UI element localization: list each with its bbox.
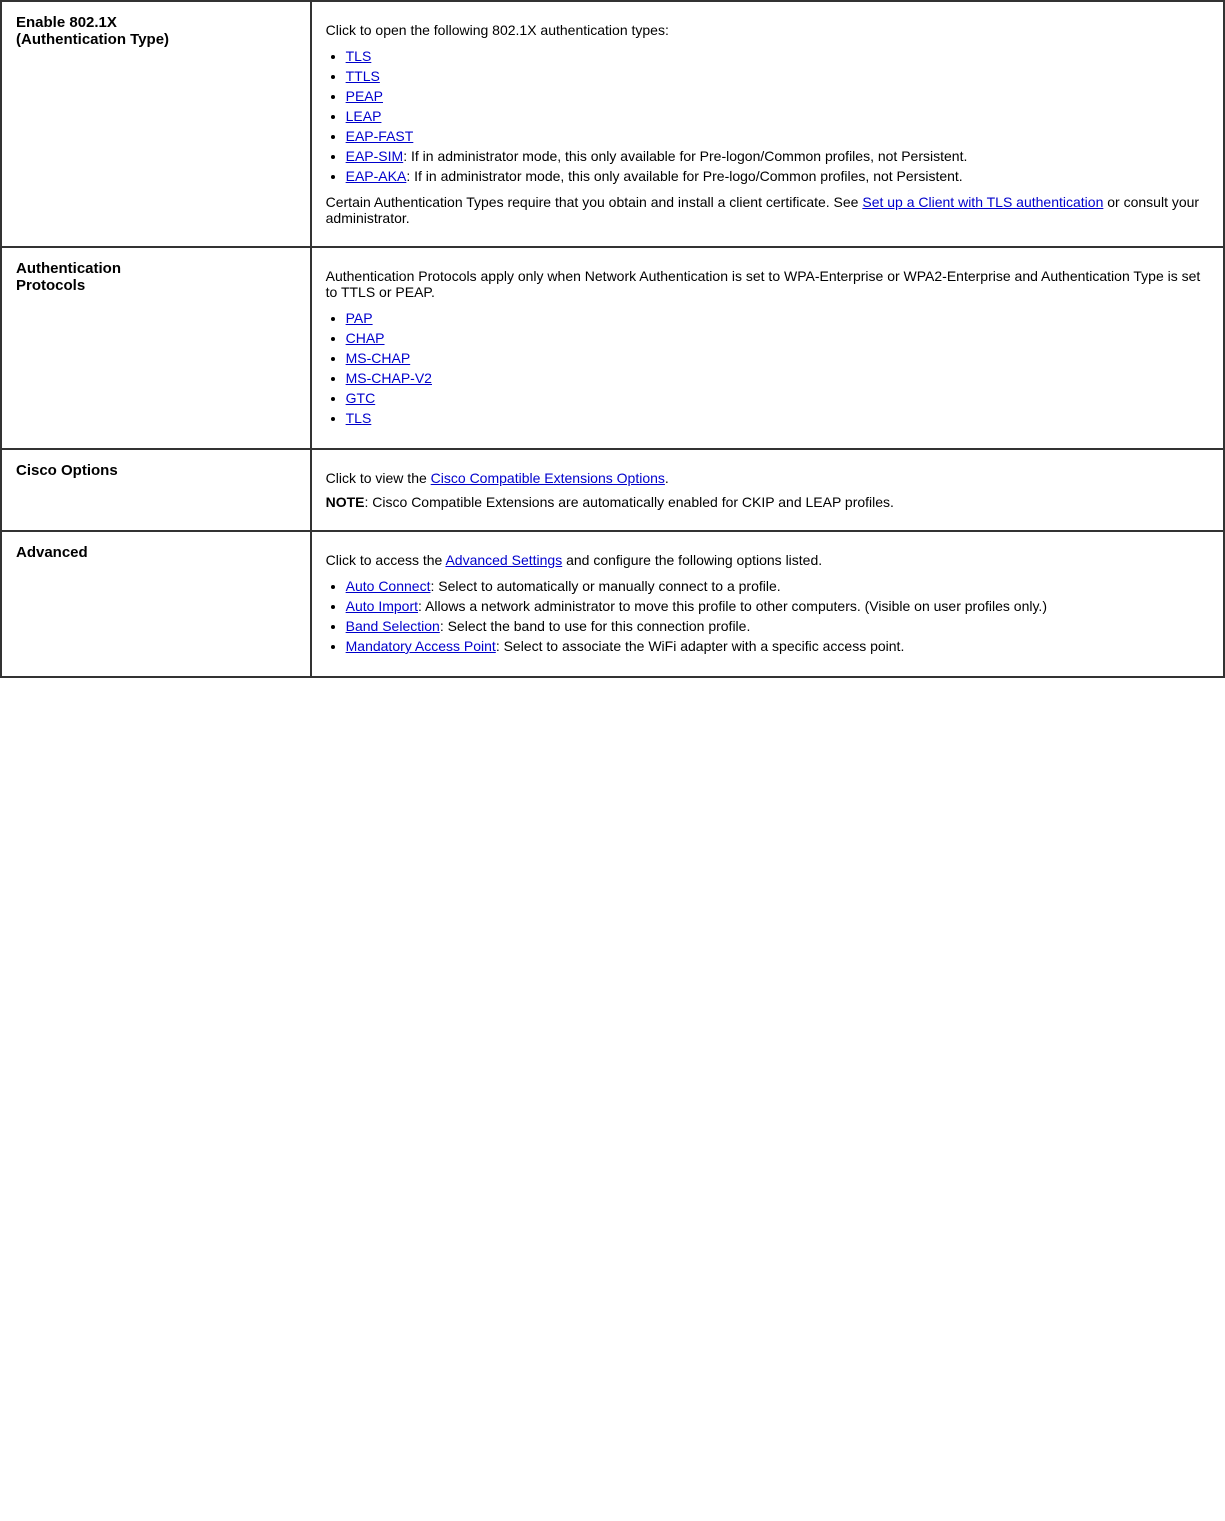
enable-8021x-footer: Certain Authentication Types require tha… <box>326 194 1209 226</box>
leap-link[interactable]: LEAP <box>346 108 382 124</box>
list-item: CHAP <box>346 330 1209 346</box>
list-item: PEAP <box>346 88 1209 104</box>
list-item: Auto Connect: Select to automatically or… <box>346 578 1209 594</box>
list-item: EAP-SIM: If in administrator mode, this … <box>346 148 1209 164</box>
band-selection-link[interactable]: Band Selection <box>346 618 440 634</box>
ttls-link[interactable]: TTLS <box>346 68 380 84</box>
ms-chap-v2-link[interactable]: MS-CHAP-V2 <box>346 370 432 386</box>
enable-8021x-intro: Click to open the following 802.1X authe… <box>326 22 1209 38</box>
cisco-options-header: Cisco Options <box>1 449 311 531</box>
auth-protocols-content: Authentication Protocols apply only when… <box>311 247 1224 449</box>
cisco-compatible-extensions-link[interactable]: Cisco Compatible Extensions Options <box>431 470 665 486</box>
eap-fast-link[interactable]: EAP-FAST <box>346 128 414 144</box>
cisco-options-row: Cisco Options Click to view the Cisco Co… <box>1 449 1224 531</box>
list-item: TTLS <box>346 68 1209 84</box>
advanced-header: Advanced <box>1 531 311 677</box>
enable-8021x-row: Enable 802.1X(Authentication Type) Click… <box>1 1 1224 247</box>
tls-link[interactable]: TLS <box>346 48 372 64</box>
eap-aka-link[interactable]: EAP-AKA <box>346 168 407 184</box>
enable-8021x-content: Click to open the following 802.1X authe… <box>311 1 1224 247</box>
auth-protocols-row: AuthenticationProtocols Authentication P… <box>1 247 1224 449</box>
auth-protocols-header: AuthenticationProtocols <box>1 247 311 449</box>
mandatory-access-point-link[interactable]: Mandatory Access Point <box>346 638 496 654</box>
enable-8021x-list: TLS TTLS PEAP LEAP EAP-FAST EAP-SIM: If … <box>346 48 1209 184</box>
pap-link[interactable]: PAP <box>346 310 373 326</box>
advanced-intro: Click to access the Advanced Settings an… <box>326 552 1209 568</box>
auth-protocols-intro: Authentication Protocols apply only when… <box>326 268 1209 300</box>
list-item: EAP-AKA: If in administrator mode, this … <box>346 168 1209 184</box>
gtc-link[interactable]: GTC <box>346 390 376 406</box>
advanced-settings-link[interactable]: Advanced Settings <box>445 552 562 568</box>
list-item: MS-CHAP <box>346 350 1209 366</box>
list-item: LEAP <box>346 108 1209 124</box>
list-item: GTC <box>346 390 1209 406</box>
list-item: TLS <box>346 410 1209 426</box>
ms-chap-link[interactable]: MS-CHAP <box>346 350 411 366</box>
auto-connect-link[interactable]: Auto Connect <box>346 578 431 594</box>
tls-link-2[interactable]: TLS <box>346 410 372 426</box>
chap-link[interactable]: CHAP <box>346 330 385 346</box>
list-item: EAP-FAST <box>346 128 1209 144</box>
list-item: TLS <box>346 48 1209 64</box>
advanced-content: Click to access the Advanced Settings an… <box>311 531 1224 677</box>
list-item: MS-CHAP-V2 <box>346 370 1209 386</box>
list-item: Band Selection: Select the band to use f… <box>346 618 1209 634</box>
tls-auth-setup-link[interactable]: Set up a Client with TLS authentication <box>862 194 1103 210</box>
advanced-list: Auto Connect: Select to automatically or… <box>346 578 1209 654</box>
cisco-options-content: Click to view the Cisco Compatible Exten… <box>311 449 1224 531</box>
advanced-row: Advanced Click to access the Advanced Se… <box>1 531 1224 677</box>
enable-8021x-header: Enable 802.1X(Authentication Type) <box>1 1 311 247</box>
list-item: Mandatory Access Point: Select to associ… <box>346 638 1209 654</box>
auth-protocols-list: PAP CHAP MS-CHAP MS-CHAP-V2 GTC TLS <box>346 310 1209 426</box>
main-table: Enable 802.1X(Authentication Type) Click… <box>0 0 1225 678</box>
cisco-options-note: NOTE: Cisco Compatible Extensions are au… <box>326 494 1209 510</box>
peap-link[interactable]: PEAP <box>346 88 383 104</box>
eap-sim-link[interactable]: EAP-SIM <box>346 148 404 164</box>
list-item: Auto Import: Allows a network administra… <box>346 598 1209 614</box>
cisco-options-intro: Click to view the Cisco Compatible Exten… <box>326 470 1209 486</box>
list-item: PAP <box>346 310 1209 326</box>
auto-import-link[interactable]: Auto Import <box>346 598 418 614</box>
